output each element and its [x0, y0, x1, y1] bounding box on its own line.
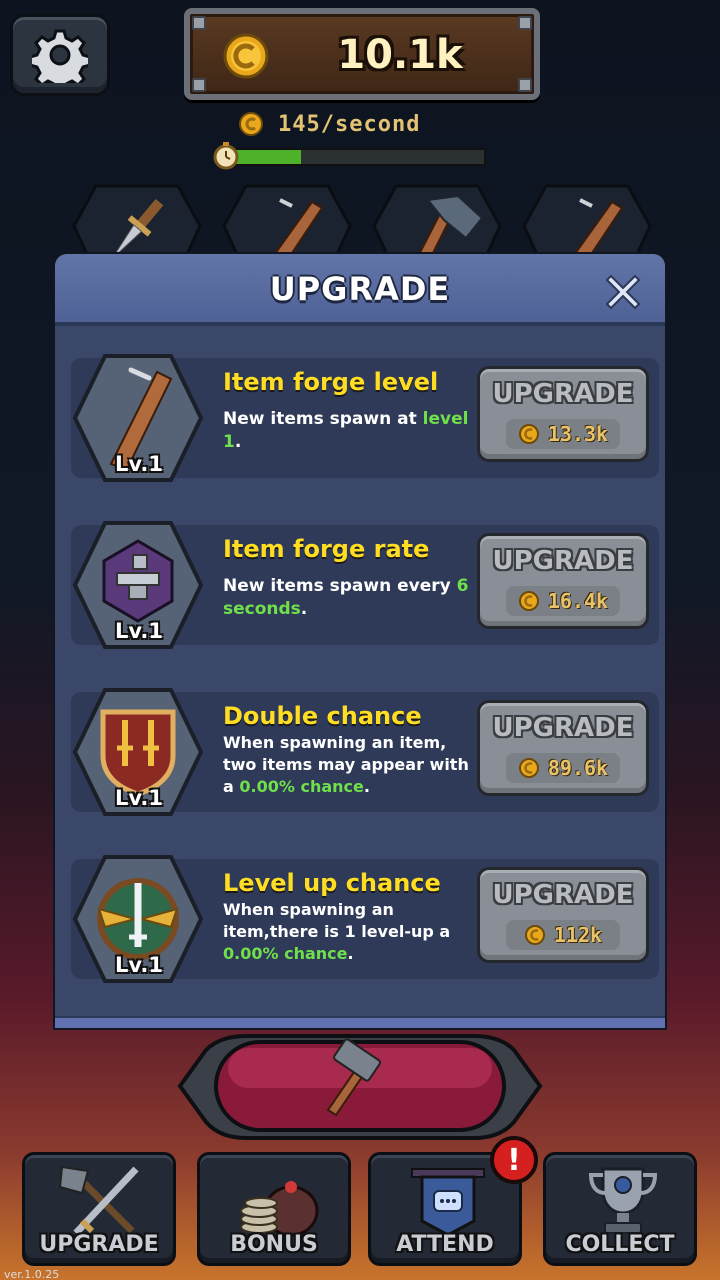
row-description: When spawning an item,there is 1 level-u…: [223, 900, 451, 963]
upgrade-row-forge-rate: Lv.1 Item forge rate New items spawn eve…: [71, 521, 659, 649]
coin-icon: [518, 758, 539, 778]
version-label: ver.1.0.25: [4, 1268, 60, 1280]
settings-button[interactable]: [10, 14, 110, 96]
highlight-value: 0.00% chance: [239, 777, 364, 796]
upgrade-row-double-chance: Lv.1 Double chance When spawning an item…: [71, 688, 659, 816]
price-value: 16.4k: [547, 589, 609, 613]
coin-icon: [223, 33, 269, 79]
close-icon[interactable]: [601, 270, 645, 314]
upgrade-button-forge-level[interactable]: UPGRADE 13.3k: [477, 366, 649, 462]
upgrade-row-forge-level: Lv.1 Item forge level New items spawn at…: [71, 354, 659, 482]
price-tag: 16.4k: [506, 586, 620, 616]
trophy-icon: [588, 1167, 658, 1234]
upgrade-button-label: UPGRADE: [492, 880, 634, 910]
level-badge: Lv.1: [115, 452, 163, 476]
row-title: Double chance: [223, 702, 422, 730]
highlight-value: 0.00% chance: [223, 944, 348, 963]
spawn-timer-bar: [212, 142, 486, 170]
nav-bonus-label: BONUS: [230, 1232, 318, 1257]
row-title: Item forge level: [223, 368, 439, 396]
price-value: 13.3k: [547, 422, 609, 446]
row-description: New items spawn every 6 seconds.: [223, 576, 469, 619]
price-value: 112k: [553, 923, 603, 947]
row-title: Item forge rate: [223, 535, 430, 563]
upgrade-panel-footer: [55, 1016, 665, 1028]
price-tag: 89.6k: [506, 753, 620, 783]
crossed-axe-sword-icon: [58, 1165, 139, 1236]
spawn-timer-fill: [230, 150, 302, 164]
upgrade-button-label: UPGRADE: [492, 379, 634, 409]
row-description: New items spawn at level 1.: [223, 409, 469, 452]
gold-counter: 10.1k: [184, 8, 540, 100]
gold-amount: 10.1k: [337, 32, 463, 78]
stopwatch-icon: [213, 142, 239, 170]
level-badge: Lv.1: [115, 786, 163, 810]
upgrade-button-label: UPGRADE: [492, 713, 634, 743]
coin-stack-icon: [240, 1181, 319, 1237]
coin-icon: [518, 591, 539, 611]
coin-icon: [239, 112, 263, 136]
attend-alert-badge: !: [490, 1136, 538, 1184]
upgrade-panel-header: UPGRADE: [55, 254, 665, 326]
income-rate-text: 145/second: [278, 111, 421, 137]
nav-attend-label: ATTEND: [396, 1232, 494, 1257]
nav-bonus-button[interactable]: BONUS: [197, 1152, 351, 1266]
upgrade-panel: UPGRADE Lv.1 Item forge level New items …: [53, 252, 667, 1030]
coin-icon: [518, 424, 539, 444]
nav-upgrade-button[interactable]: UPGRADE: [22, 1152, 176, 1266]
banner-chat-icon: [411, 1168, 485, 1237]
gear-icon: [32, 29, 88, 83]
nav-collect-button[interactable]: COLLECT: [543, 1152, 697, 1266]
income-rate: 145/second: [238, 110, 420, 138]
forge-button[interactable]: [176, 1030, 544, 1144]
nav-collect-label: COLLECT: [565, 1232, 675, 1257]
nav-upgrade-label: UPGRADE: [39, 1232, 159, 1257]
upgrade-panel-title: UPGRADE: [269, 270, 451, 308]
upgrade-button-label: UPGRADE: [492, 546, 634, 576]
row-description: When spawning an item, two items may app…: [223, 733, 469, 796]
upgrade-button-double-chance[interactable]: UPGRADE 89.6k: [477, 700, 649, 796]
coin-icon: [524, 925, 545, 945]
upgrade-button-level-up-chance[interactable]: UPGRADE 112k: [477, 867, 649, 963]
level-badge: Lv.1: [115, 953, 163, 977]
upgrade-row-level-up-chance: Lv.1 Level up chance When spawning an it…: [71, 855, 659, 983]
level-badge: Lv.1: [115, 619, 163, 643]
price-tag: 13.3k: [506, 419, 620, 449]
upgrade-button-forge-rate[interactable]: UPGRADE 16.4k: [477, 533, 649, 629]
row-title: Level up chance: [223, 869, 441, 897]
price-value: 89.6k: [547, 756, 609, 780]
price-tag: 112k: [506, 920, 620, 950]
